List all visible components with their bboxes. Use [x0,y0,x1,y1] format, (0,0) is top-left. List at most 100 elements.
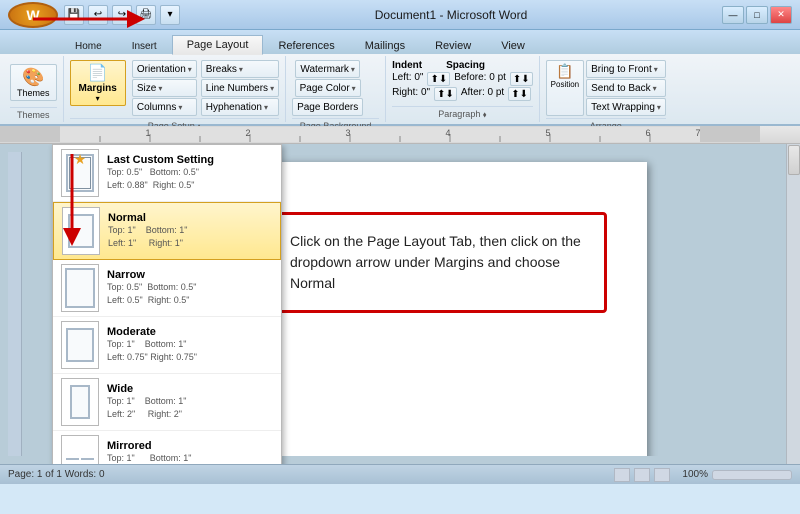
themes-label: Themes [17,88,50,98]
page-setup-col2: Breaks▾ Line Numbers▾ Hyphenation▾ [201,60,279,116]
svg-text:1: 1 [145,128,150,138]
title-bar: W 💾 ↩ ↪ 🖨 ▾ Document1 - Microsoft Word —… [0,0,800,30]
margin-thumb-mirrored [61,435,99,464]
themes-icon: 🎨 [22,67,44,88]
tab-review[interactable]: Review [420,36,486,55]
position-button[interactable]: 📋 Position [546,60,584,116]
view-btn-web[interactable] [654,468,670,482]
title-text: Document1 - Microsoft Word [180,8,722,22]
margin-item-moderate[interactable]: Moderate Top: 1" Bottom: 1"Left: 0.75" R… [53,317,281,374]
scrollbar-vertical[interactable] [786,144,800,464]
margin-details-mirrored: Top: 1" Bottom: 1"Inside: 1.25" Outside:… [107,452,203,465]
margin-item-narrow[interactable]: Narrow Top: 0.5" Bottom: 0.5"Left: 0.5" … [53,260,281,317]
margin-name-last: Last Custom Setting [107,154,214,166]
margin-info-normal: Normal Top: 1" Bottom: 1"Left: 1" Right:… [108,212,187,251]
watermark-button[interactable]: Watermark▾ [295,60,360,78]
margin-info-narrow: Narrow Top: 0.5" Bottom: 0.5"Left: 0.5" … [107,269,196,308]
view-btn-print[interactable] [614,468,630,482]
tab-mailings[interactable]: Mailings [350,36,420,55]
svg-text:7: 7 [695,128,700,138]
status-text: Page: 1 of 1 Words: 0 [8,469,105,480]
tab-references[interactable]: References [263,36,349,55]
margin-info-moderate: Moderate Top: 1" Bottom: 1"Left: 0.75" R… [107,326,197,365]
arrange-col: Bring to Front▾ Send to Back▾ Text Wrapp… [586,60,666,116]
ruler: 1 2 3 4 5 6 7 [0,126,800,144]
margin-name-mirrored: Mirrored [107,440,203,452]
status-bar: Page: 1 of 1 Words: 0 100% [0,464,800,484]
spacing-before-spinner[interactable]: ⬆⬇ [510,72,533,86]
indent-left-row: Left: 0" ⬆⬇ Before: 0 pt ⬆⬇ [392,72,533,86]
doc-area: Click on the Page Layout Tab, then click… [0,144,800,464]
margins-button[interactable]: 📄 Margins ▾ [70,60,126,106]
margin-details-narrow: Top: 0.5" Bottom: 0.5"Left: 0.5" Right: … [107,281,196,308]
hyphenation-button[interactable]: Hyphenation▾ [201,98,279,116]
margin-item-mirrored[interactable]: Mirrored Top: 1" Bottom: 1"Inside: 1.25"… [53,431,281,464]
star-icon: ★ [74,151,87,168]
margin-item-normal[interactable]: Normal Top: 1" Bottom: 1"Left: 1" Right:… [53,202,281,260]
margin-thumb-narrow [61,264,99,312]
margin-details-moderate: Top: 1" Bottom: 1"Left: 0.75" Right: 0.7… [107,338,197,365]
spacing-after-spinner[interactable]: ⬆⬇ [508,87,531,101]
ribbon-group-page-setup: 📄 Margins ▾ Orientation▾ Size▾ Columns▾ … [64,56,287,122]
ribbon: 🎨 Themes Themes 📄 Margins ▾ Orientation▾… [0,54,800,126]
text-wrapping-button[interactable]: Text Wrapping▾ [586,98,666,116]
margin-thumb-normal [62,207,100,255]
margin-thumb-wide [61,378,99,426]
page-borders-button[interactable]: Page Borders [292,98,363,116]
themes-button[interactable]: 🎨 Themes [10,64,57,101]
columns-button[interactable]: Columns▾ [132,98,197,116]
page-color-button[interactable]: Page Color▾ [295,79,361,97]
margin-item-wide[interactable]: Wide Top: 1" Bottom: 1"Left: 2" Right: 2… [53,374,281,431]
margin-details-wide: Top: 1" Bottom: 1"Left: 2" Right: 2" [107,395,186,422]
left-panel [8,152,22,456]
indent-section: Indent Spacing [392,60,485,71]
margin-info-last: Last Custom Setting Top: 0.5" Bottom: 0.… [107,154,214,193]
zoom-slider[interactable] [712,470,792,480]
orientation-button[interactable]: Orientation▾ [132,60,197,78]
tab-page-layout[interactable]: Page Layout [172,35,264,55]
themes-group-label: Themes [10,107,57,120]
size-button[interactable]: Size▾ [132,79,197,97]
margin-item-last-custom[interactable]: ★ Last Custom Setting Top: 0.5" Bottom: … [53,145,281,202]
more-btn[interactable]: ▾ [160,5,180,25]
ribbon-tabs: Home Insert Page Layout References Maili… [0,30,800,54]
margin-info-mirrored: Mirrored Top: 1" Bottom: 1"Inside: 1.25"… [107,440,203,465]
tab-view[interactable]: View [486,36,540,55]
margin-details-normal: Top: 1" Bottom: 1"Left: 1" Right: 1" [108,224,187,251]
margin-thumb-last: ★ [61,149,99,197]
indent-left-spinner[interactable]: ⬆⬇ [427,72,450,86]
margin-details-last: Top: 0.5" Bottom: 0.5"Left: 0.88" Right:… [107,166,214,193]
breaks-button[interactable]: Breaks▾ [201,60,279,78]
annotation-box: Click on the Page Layout Tab, then click… [267,212,607,313]
line-numbers-button[interactable]: Line Numbers▾ [201,79,279,97]
scroll-thumb[interactable] [788,145,800,175]
minimize-btn[interactable]: — [722,6,744,24]
ribbon-group-page-background: Watermark▾ Page Color▾ Page Borders Page… [286,56,386,122]
paragraph-group-label: Paragraph ⬧ [392,106,533,120]
margin-name-normal: Normal [108,212,187,224]
tab-home[interactable]: Home [60,37,117,55]
svg-text:4: 4 [445,128,450,138]
close-btn[interactable]: ✕ [770,6,792,24]
position-label: Position [551,80,579,89]
margins-dropdown: ★ Last Custom Setting Top: 0.5" Bottom: … [52,144,282,464]
paragraph-dialog-launcher[interactable]: ⬧ [483,110,487,119]
svg-text:5: 5 [545,128,550,138]
margin-info-wide: Wide Top: 1" Bottom: 1"Left: 2" Right: 2… [107,383,186,422]
ribbon-group-themes: 🎨 Themes Themes [4,56,64,122]
margins-label: Margins [79,83,117,94]
indent-right-spinner[interactable]: ⬆⬇ [434,87,457,101]
view-btn-full[interactable] [634,468,650,482]
ruler-marks: 1 2 3 4 5 6 7 [0,126,760,142]
tab-insert[interactable]: Insert [117,37,172,55]
page-setup-col1: Orientation▾ Size▾ Columns▾ [132,60,197,116]
indent-right-row: Right: 0" ⬆⬇ After: 0 pt ⬆⬇ [392,87,531,101]
send-to-back-button[interactable]: Send to Back▾ [586,79,666,97]
margins-arrow: ▾ [96,94,100,103]
maximize-btn[interactable]: □ [746,6,768,24]
bring-to-front-button[interactable]: Bring to Front▾ [586,60,666,78]
position-icon: 📋 [556,63,573,80]
ribbon-group-paragraph: Indent Spacing Left: 0" ⬆⬇ Before: 0 pt … [386,56,540,122]
ribbon-group-arrange: 📋 Position Bring to Front▾ Send to Back▾… [540,56,672,122]
svg-text:2: 2 [245,128,250,138]
